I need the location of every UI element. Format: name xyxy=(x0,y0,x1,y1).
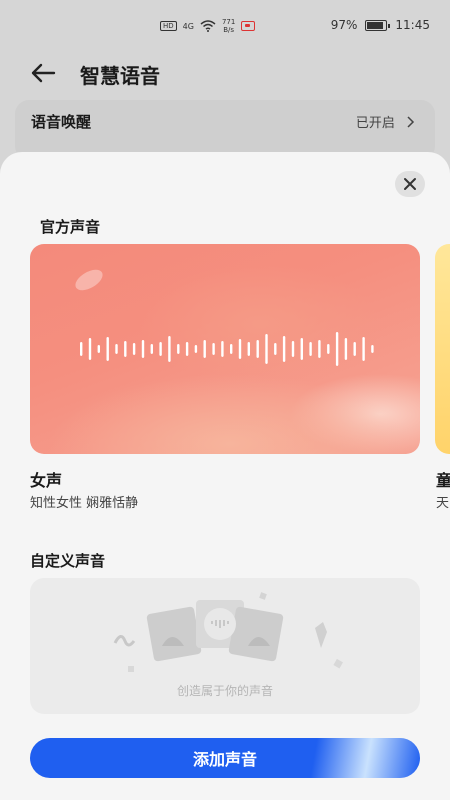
official-voices-title: 官方声音 xyxy=(40,218,101,236)
page-title: 智慧语音 xyxy=(80,64,160,88)
close-icon xyxy=(404,178,416,190)
net-speed: 771 B/s xyxy=(222,18,235,34)
close-button[interactable] xyxy=(395,171,425,197)
voice-picker-sheet: 官方声音 女声 知性女性 娴雅恬静 童 天 自定义声音 创造属于你的声音 添加声… xyxy=(0,152,450,800)
voice-cards-illustration xyxy=(113,592,343,672)
voice-name-peek: 童 xyxy=(436,471,450,490)
voice-name: 女声 xyxy=(30,471,63,490)
wifi-icon xyxy=(200,20,216,32)
add-voice-label: 添加声音 xyxy=(192,750,257,769)
battery-percent: 97% xyxy=(330,18,358,32)
app-header: 智慧语音 xyxy=(0,50,450,94)
clock: 11:45 xyxy=(395,18,430,32)
arrow-left-icon xyxy=(31,63,56,83)
net-speed-unit: B/s xyxy=(223,26,235,34)
voice-wake-row[interactable]: 语音唤醒 已开启 xyxy=(15,100,435,160)
chevron-right-icon xyxy=(407,116,415,128)
glare-decoration xyxy=(261,738,420,778)
petal-decoration xyxy=(72,265,106,295)
voice-wake-status-text: 已开启 xyxy=(355,116,395,131)
screen-record-icon xyxy=(241,21,256,31)
female-voice-card[interactable] xyxy=(30,244,420,454)
battery-icon xyxy=(365,19,391,31)
net-speed-value: 771 xyxy=(221,18,236,26)
custom-voice-empty-state: 创造属于你的声音 xyxy=(30,578,420,714)
voice-wake-status: 已开启 xyxy=(356,112,415,131)
back-button[interactable] xyxy=(28,58,58,88)
voice-description: 知性女性 娴雅恬静 xyxy=(30,496,139,511)
status-indicators: HD 4G 771 B/s xyxy=(160,18,256,34)
hd-badge: HD xyxy=(160,21,177,31)
status-bar: HD 4G 771 B/s 97% 11:45 xyxy=(0,0,450,50)
child-voice-card[interactable] xyxy=(435,244,450,454)
voice-wake-label: 语音唤醒 xyxy=(31,113,92,131)
waveform-icon xyxy=(80,332,374,366)
battery-fill xyxy=(367,21,384,29)
custom-voice-hint: 创造属于你的声音 xyxy=(176,684,273,698)
signal-label: 4G xyxy=(182,21,194,31)
status-right: 97% 11:45 xyxy=(331,18,430,32)
add-voice-button[interactable]: 添加声音 xyxy=(30,738,420,778)
custom-voices-title: 自定义声音 xyxy=(30,552,106,570)
voice-description-peek: 天 xyxy=(436,496,450,511)
